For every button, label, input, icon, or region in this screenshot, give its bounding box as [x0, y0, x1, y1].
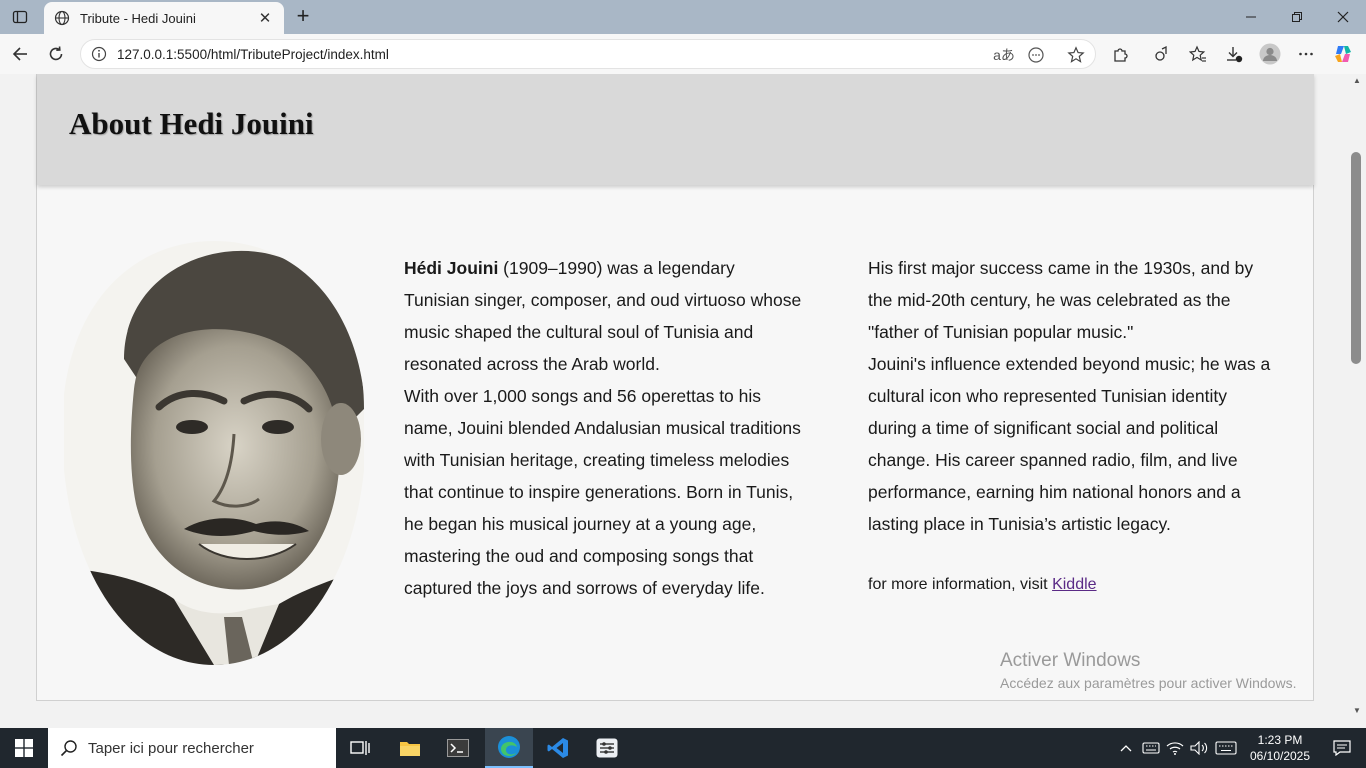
bio-paragraph-2: With over 1,000 songs and 56 operettas t…: [404, 386, 801, 598]
restore-button[interactable]: [1274, 0, 1320, 34]
notification-center-button[interactable]: [1318, 728, 1366, 768]
extensions-icon[interactable]: [1109, 42, 1133, 66]
notification-icon: [1333, 740, 1351, 756]
bio-column-left: Hédi Jouini (1909–1990) was a legendary …: [404, 252, 804, 604]
task-view-button[interactable]: [336, 728, 384, 768]
vscode-icon: [547, 738, 568, 758]
keyboard-layout-icon[interactable]: [1140, 728, 1162, 768]
show-hidden-icons[interactable]: [1116, 728, 1136, 768]
page-scrollbar[interactable]: ▲ ▼: [1348, 74, 1366, 728]
bio-name: Hédi Jouini: [404, 258, 499, 278]
favorite-star-icon[interactable]: [1065, 45, 1087, 65]
chevron-up-icon: [1120, 745, 1132, 752]
close-tab-icon[interactable]: ✕: [256, 9, 274, 27]
career-paragraph-2: Jouini's influence extended beyond music…: [868, 354, 1271, 534]
bio-column-right: His first major success came in the 1930…: [868, 252, 1278, 540]
scroll-thumb[interactable]: [1351, 152, 1361, 364]
minimize-icon: [1246, 16, 1256, 18]
tab-actions-button[interactable]: [0, 0, 40, 34]
bio-intro: Hédi Jouini (1909–1990) was a legendary …: [404, 252, 804, 380]
clock-date: 06/10/2025: [1249, 749, 1311, 763]
hedi-jouini-portrait: [64, 241, 364, 665]
page-viewport: About Hedi Jouini Hédi Jouini (1909–1990…: [0, 74, 1348, 728]
keyboard-icon[interactable]: [1212, 728, 1240, 768]
profile-avatar[interactable]: [1258, 42, 1282, 66]
system-clock[interactable]: 1:23 PM 06/10/2025: [1244, 732, 1316, 764]
active-tab[interactable]: Tribute - Hedi Jouini ✕: [44, 2, 284, 34]
url-text[interactable]: 127.0.0.1:5500/html/TributeProject/index…: [117, 47, 389, 62]
tab-title: Tribute - Hedi Jouini: [80, 10, 196, 26]
search-placeholder: Taper ici pour rechercher: [88, 739, 254, 757]
restore-icon: [1292, 12, 1302, 22]
info-icon[interactable]: [91, 46, 107, 62]
address-bar[interactable]: 127.0.0.1:5500/html/TributeProject/index…: [80, 39, 1096, 69]
more-info-line: for more information, visit Kiddle: [868, 576, 1097, 594]
browser-essentials-icon[interactable]: [1150, 42, 1174, 66]
globe-icon: [54, 10, 70, 26]
sliders-app-icon: [596, 738, 618, 758]
back-arrow-icon: [12, 47, 27, 61]
vscode-button[interactable]: [534, 728, 582, 768]
volume-icon[interactable]: [1188, 728, 1210, 768]
terminal-icon: [447, 739, 469, 757]
tab-strip: Tribute - Hedi Jouini ✕ +: [0, 0, 1366, 34]
terminal-button[interactable]: [434, 728, 482, 768]
career-paragraph-1: His first major success came in the 1930…: [868, 258, 1254, 342]
refresh-button[interactable]: [42, 40, 70, 68]
new-tab-button[interactable]: +: [290, 4, 316, 30]
clock-time: 1:23 PM: [1257, 733, 1303, 747]
wifi-icon[interactable]: [1164, 728, 1186, 768]
browser-toolbar: 127.0.0.1:5500/html/TributeProject/index…: [0, 34, 1366, 74]
card-header: About Hedi Jouini: [37, 74, 1314, 185]
edge-browser-button[interactable]: [485, 728, 533, 768]
close-window-button[interactable]: [1320, 0, 1366, 34]
activation-subtitle: Accédez aux paramètres pour activer Wind…: [1000, 675, 1297, 691]
tribute-card: About Hedi Jouini Hédi Jouini (1909–1990…: [36, 74, 1314, 701]
close-icon: [1337, 11, 1349, 23]
page-title: About Hedi Jouini: [69, 106, 314, 141]
edge-icon: [498, 736, 520, 758]
folder-icon: [400, 742, 420, 756]
windows-taskbar: Taper ici pour rechercher 1:23 PM 06/10/…: [0, 728, 1366, 768]
file-explorer-button[interactable]: [386, 728, 434, 768]
scroll-up-arrow-icon[interactable]: ▲: [1348, 76, 1366, 88]
taskbar-search[interactable]: Taper ici pour rechercher: [48, 728, 336, 768]
start-button[interactable]: [0, 728, 48, 768]
more-info-text: for more information, visit: [868, 576, 1053, 593]
control-panel-button[interactable]: [583, 728, 631, 768]
task-view-icon: [350, 741, 370, 755]
windows-logo-icon: [15, 739, 33, 757]
scroll-down-arrow-icon[interactable]: ▼: [1348, 706, 1366, 718]
refresh-icon: [49, 46, 63, 61]
search-icon: [60, 740, 77, 757]
activation-watermark: Activer Windows Accédez aux paramètres p…: [1000, 650, 1296, 691]
activation-title: Activer Windows: [1000, 650, 1141, 671]
downloads-icon[interactable]: [1222, 42, 1246, 66]
read-aloud-icon[interactable]: aあ: [993, 45, 1015, 65]
copilot-icon[interactable]: [1331, 42, 1355, 66]
settings-more-icon[interactable]: [1294, 42, 1318, 66]
back-button[interactable]: [6, 40, 34, 68]
tab-actions-icon: [12, 10, 28, 24]
more-tools-icon[interactable]: [1025, 45, 1047, 65]
kiddle-link[interactable]: Kiddle: [1052, 576, 1096, 593]
minimize-button[interactable]: [1228, 0, 1274, 34]
favorites-icon[interactable]: [1186, 42, 1210, 66]
